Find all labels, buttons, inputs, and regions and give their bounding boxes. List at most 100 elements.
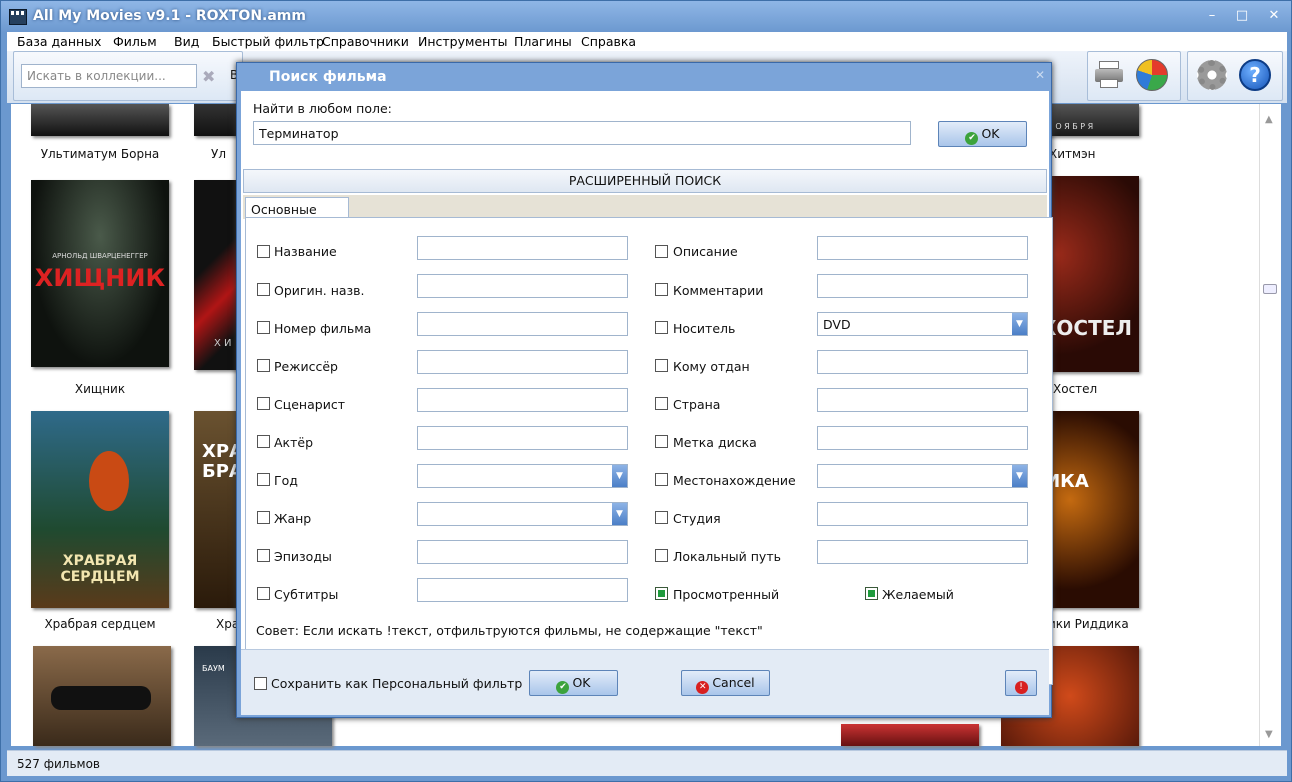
dialog-close-icon[interactable]: ✕ [1035, 68, 1045, 82]
save-filter-label: Сохранить как Персональный фильтр [271, 676, 523, 691]
poster[interactable]: АРНОЛЬД ШВАРЦЕНЕГГЕР ХИЩНИК [31, 180, 169, 367]
country-input[interactable] [817, 388, 1028, 412]
printer-icon[interactable] [1095, 61, 1125, 89]
search-tip: Совет: Если искать !текст, отфильтруются… [256, 623, 763, 638]
wanted-checkbox[interactable] [865, 587, 878, 600]
any-field-input[interactable]: Терминатор [253, 121, 911, 145]
movie-title[interactable]: Ультиматум Борна [25, 147, 175, 161]
field-label: Локальный путь [673, 549, 781, 564]
field-checkbox[interactable] [257, 397, 270, 410]
local-path-input[interactable] [817, 540, 1028, 564]
movie-title[interactable]: Храбрая сердцем [25, 617, 175, 631]
poster[interactable]: ХРАБРАЯ СЕРДЦЕМ [31, 411, 169, 608]
chevron-down-icon[interactable]: ▼ [612, 465, 627, 487]
menu-database[interactable]: База данных [17, 34, 101, 49]
ok-button[interactable]: ✔ OK [529, 670, 618, 696]
year-select[interactable]: ▼ [417, 464, 628, 488]
disc-label-input[interactable] [817, 426, 1028, 450]
menu-tools[interactable]: Инструменты [418, 34, 507, 49]
field-checkbox[interactable] [257, 321, 270, 334]
save-filter-checkbox[interactable] [254, 677, 267, 690]
field-checkbox[interactable] [655, 283, 668, 296]
menu-bar: База данных Фильм Вид Быстрый фильтр Спр… [7, 32, 1287, 51]
close-button[interactable]: ✕ [1263, 7, 1285, 25]
studio-input[interactable] [817, 502, 1028, 526]
movie-title[interactable]: Хостел [1053, 382, 1113, 396]
actor-input[interactable] [417, 426, 628, 450]
movie-count: 527 фильмов [17, 757, 100, 771]
search-input[interactable]: Искать в коллекции... [21, 64, 197, 88]
scroll-down-icon[interactable]: ▼ [1265, 729, 1273, 740]
advanced-search-header[interactable]: РАСШИРЕННЫЙ ПОИСК [243, 169, 1047, 193]
media-select[interactable]: DVD ▼ [817, 312, 1028, 336]
menu-film[interactable]: Фильм [113, 34, 157, 49]
alert-icon: ! [1014, 681, 1028, 694]
field-checkbox[interactable] [257, 549, 270, 562]
poster-text: БАУМ [202, 664, 225, 673]
help-icon[interactable]: ? [1239, 59, 1271, 91]
menu-references[interactable]: Справочники [322, 34, 409, 49]
chevron-down-icon[interactable]: ▼ [1012, 313, 1027, 335]
original-title-input[interactable] [417, 274, 628, 298]
tab-main-fields[interactable]: Основные поля [245, 197, 349, 232]
subtitles-input[interactable] [417, 578, 628, 602]
scroll-thumb[interactable] [1263, 284, 1277, 294]
gallery-scrollbar[interactable]: ▲ ▼ [1259, 104, 1281, 746]
clear-search-icon[interactable]: ✖ [202, 67, 215, 86]
menu-help[interactable]: Справка [581, 34, 636, 49]
poster-text: СЕРДЦЕМ [60, 569, 140, 585]
menu-plugins[interactable]: Плагины [514, 34, 572, 49]
field-checkbox[interactable] [257, 245, 270, 258]
poster-text: АРНОЛЬД ШВАРЦЕНЕГГЕР [52, 252, 148, 260]
director-input[interactable] [417, 350, 628, 374]
field-label: Год [274, 473, 298, 488]
poster[interactable] [33, 646, 171, 746]
menu-quick-filter[interactable]: Быстрый фильтр [212, 34, 324, 49]
movie-title[interactable]: Хищник [25, 382, 175, 396]
menu-view[interactable]: Вид [174, 34, 199, 49]
any-field-label: Найти в любом поле: [253, 101, 392, 116]
minimize-button[interactable]: – [1201, 7, 1223, 25]
poster[interactable] [31, 104, 169, 136]
description-input[interactable] [817, 236, 1028, 260]
movie-title[interactable]: Хитмэн [1049, 147, 1109, 161]
movie-number-input[interactable] [417, 312, 628, 336]
scroll-up-icon[interactable]: ▲ [1265, 114, 1273, 125]
statistics-icon[interactable] [1136, 59, 1168, 91]
maximize-button[interactable]: □ [1231, 7, 1253, 25]
field-checkbox[interactable] [655, 511, 668, 524]
poster[interactable] [841, 724, 979, 746]
field-checkbox[interactable] [257, 435, 270, 448]
field-checkbox[interactable] [257, 283, 270, 296]
gear-icon[interactable] [1197, 60, 1227, 90]
field-checkbox[interactable] [655, 549, 668, 562]
field-checkbox[interactable] [655, 435, 668, 448]
loaned-to-input[interactable] [817, 350, 1028, 374]
field-checkbox[interactable] [257, 587, 270, 600]
field-checkbox[interactable] [655, 359, 668, 372]
field-checkbox[interactable] [257, 511, 270, 524]
ok-search-button[interactable]: ✔ OK [938, 121, 1027, 147]
field-checkbox[interactable] [655, 245, 668, 258]
cancel-button[interactable]: ✕ Cancel [681, 670, 770, 696]
title-input[interactable] [417, 236, 628, 260]
field-checkbox[interactable] [257, 359, 270, 372]
writer-input[interactable] [417, 388, 628, 412]
field-checkbox[interactable] [655, 397, 668, 410]
field-checkbox[interactable] [655, 321, 668, 334]
movie-title[interactable]: ики Риддика [1048, 617, 1148, 631]
comments-input[interactable] [817, 274, 1028, 298]
chevron-down-icon[interactable]: ▼ [612, 503, 627, 525]
genre-select[interactable]: ▼ [417, 502, 628, 526]
film-icon [9, 9, 27, 25]
dialog-title: Поиск фильма [269, 69, 387, 85]
reset-button[interactable]: ! [1005, 670, 1037, 696]
episodes-input[interactable] [417, 540, 628, 564]
field-checkbox[interactable] [655, 473, 668, 486]
field-label: Сценарист [274, 397, 345, 412]
search-dialog: Поиск фильма ✕ Найти в любом поле: Терми… [236, 62, 1053, 718]
field-checkbox[interactable] [257, 473, 270, 486]
watched-checkbox[interactable] [655, 587, 668, 600]
chevron-down-icon[interactable]: ▼ [1012, 465, 1027, 487]
location-select[interactable]: ▼ [817, 464, 1028, 488]
